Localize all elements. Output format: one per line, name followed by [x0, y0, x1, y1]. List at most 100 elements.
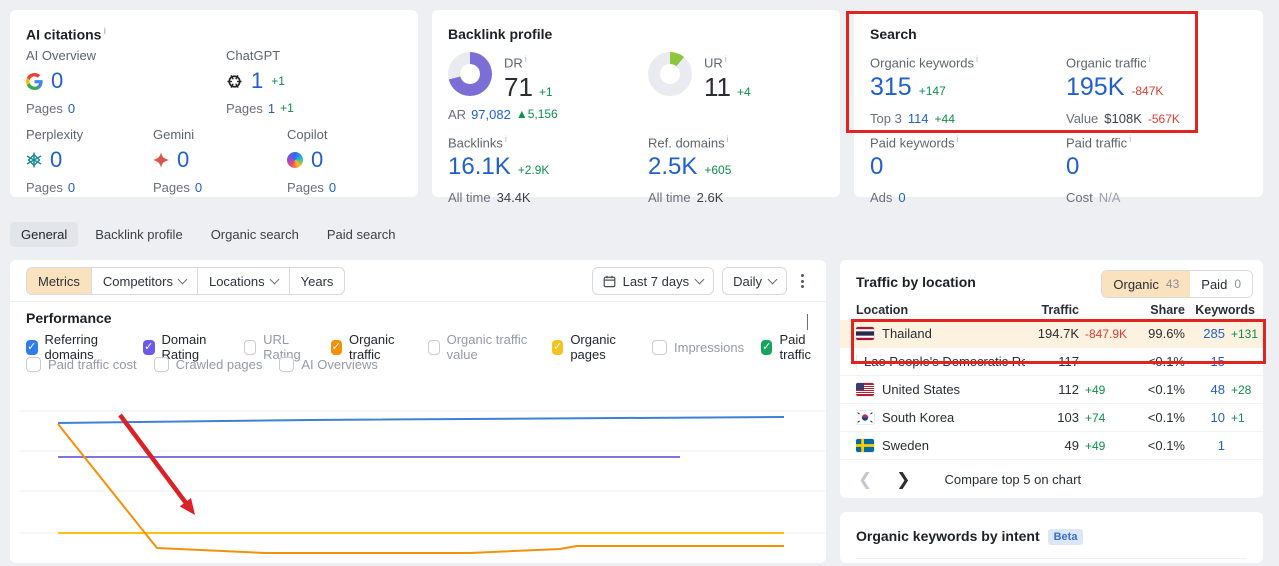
checkbox-box: ✓ — [26, 339, 38, 355]
checkbox-crawled-pages[interactable]: ✓Crawled pages — [153, 357, 262, 372]
tab-paid-search[interactable]: Paid search — [316, 222, 407, 247]
dr-value: 71 — [504, 72, 533, 103]
gemini-icon — [153, 152, 169, 168]
table-row-laos[interactable]: Lao People's Democratic Rep 117 <0.1% 15 — [840, 348, 1263, 376]
chevron-down-icon — [767, 274, 778, 285]
flag-sweden — [856, 438, 875, 453]
keywords-link[interactable]: 48 — [1211, 382, 1225, 397]
info-icon[interactable]: i — [727, 134, 729, 144]
competitors-button[interactable]: Competitors — [90, 268, 197, 294]
performance-chart-svg — [20, 410, 825, 554]
column-location[interactable]: Location — [856, 303, 1025, 317]
location-table-header: Location Traffic Share Keywords — [840, 300, 1263, 320]
metric-value[interactable]: 0 — [51, 68, 63, 94]
google-icon — [26, 72, 43, 90]
checkbox-box: ✓ — [26, 357, 41, 372]
panel-title: Backlink profile — [448, 26, 553, 42]
pages-count[interactable]: 1 — [268, 101, 275, 116]
checkbox-ai-overviews[interactable]: ✓AI Overviews — [279, 357, 378, 372]
compare-top5-link[interactable]: Compare top 5 on chart — [945, 472, 1082, 487]
table-row-south-korea[interactable]: South Korea 103 +74 <0.1% 10 +1 — [840, 404, 1263, 432]
url-rating-block: UR i 11 +4 — [648, 52, 751, 103]
organic-toggle-button[interactable]: Organic 43 — [1102, 271, 1191, 297]
keywords-link[interactable]: 1 — [1218, 438, 1225, 453]
backlink-profile-panel: Backlink profile DR i 71 +1 AR 97,082 ▲5,1… — [432, 10, 840, 205]
ads-count[interactable]: 0 — [898, 190, 905, 205]
prev-page-button[interactable]: ❮ — [858, 471, 872, 488]
divider — [856, 558, 1247, 559]
tab-general[interactable]: General — [10, 222, 79, 247]
info-icon[interactable]: i — [103, 26, 106, 36]
divider — [10, 301, 826, 302]
ahrefs-rank-value[interactable]: 97,082 — [471, 107, 511, 122]
metric-value[interactable]: 1 — [251, 68, 263, 94]
checkbox-box: ✓ — [761, 339, 773, 355]
organic-traffic-value[interactable]: 195K — [1066, 73, 1124, 102]
ref-domains-block: Ref. domains i 2.5K +605 All time 2.6K — [648, 134, 732, 206]
granularity-button[interactable]: Daily — [722, 267, 787, 295]
info-icon[interactable]: i — [525, 54, 527, 64]
metric-value[interactable]: 0 — [311, 147, 323, 173]
pages-count[interactable]: 0 — [195, 180, 202, 195]
pages-count[interactable]: 0 — [329, 180, 336, 195]
metric-checkbox-row-2: ✓Paid traffic cost ✓Crawled pages ✓AI Ov… — [26, 357, 378, 372]
ai-citations-panel: AI citations i AI Overview 0 Pages 0 ChatG… — [10, 10, 418, 197]
ai-citation-copilot: Copilot 0 Pages 0 — [287, 127, 337, 195]
checkbox-organic-traffic-value[interactable]: ✓Organic traffic value — [427, 332, 535, 362]
ur-value: 11 — [704, 72, 731, 103]
ai-citations-title: AI citations — [26, 26, 102, 43]
keywords-link[interactable]: 10 — [1211, 410, 1225, 425]
checkbox-organic-pages[interactable]: ✓ Organic pages — [551, 332, 635, 362]
collapse-section-button[interactable] — [807, 314, 808, 330]
locations-button[interactable]: Locations — [196, 268, 289, 294]
checkbox-paid-traffic-cost[interactable]: ✓Paid traffic cost — [26, 357, 137, 372]
paid-toggle-button[interactable]: Paid 0 — [1190, 271, 1252, 297]
metric-value[interactable]: 0 — [50, 147, 62, 173]
pages-count[interactable]: 0 — [68, 101, 75, 116]
ur-donut-chart — [648, 52, 692, 96]
paid-traffic-value[interactable]: 0 — [1066, 153, 1079, 181]
info-icon[interactable]: i — [725, 54, 727, 64]
chevron-down-icon — [177, 274, 188, 285]
domain-rating-block: DR i 71 +1 — [448, 52, 553, 103]
metric-value[interactable]: 0 — [177, 147, 189, 173]
table-row-sweden[interactable]: Sweden 49 +49 <0.1% 1 — [840, 432, 1263, 460]
years-button[interactable]: Years — [288, 268, 345, 294]
column-traffic[interactable]: Traffic — [1025, 303, 1079, 317]
checkbox-impressions[interactable]: ✓Impressions — [652, 339, 744, 355]
organic-paid-toggle: Organic 43 Paid 0 — [1101, 270, 1253, 298]
info-icon[interactable]: i — [1149, 54, 1151, 64]
organic-traffic-block: Organic traffic i 195K -847K Value $108K -56… — [1066, 54, 1180, 127]
backlinks-block: Backlinks i 16.1K +2.9K All time 34.4K — [448, 134, 550, 206]
metrics-button[interactable]: Metrics — [27, 268, 91, 294]
organic-keywords-value[interactable]: 315 — [870, 73, 912, 102]
tab-organic-search[interactable]: Organic search — [200, 222, 310, 247]
annotation-arrow-shaft — [118, 413, 189, 506]
pages-count[interactable]: 0 — [68, 180, 75, 195]
info-icon[interactable]: i — [976, 54, 978, 64]
perplexity-icon — [26, 152, 42, 168]
ref-domains-value[interactable]: 2.5K — [648, 153, 697, 181]
top3-value[interactable]: 114 — [908, 111, 929, 126]
info-icon[interactable]: i — [505, 134, 507, 144]
column-share[interactable]: Share — [1133, 303, 1185, 317]
calendar-icon — [603, 275, 615, 287]
backlinks-value[interactable]: 16.1K — [448, 153, 511, 181]
panel-title: Organic keywords by intent Beta — [856, 528, 1084, 545]
table-row-thailand[interactable]: Thailand 194.7K -847.9K 99.6% 285 +131 — [840, 320, 1263, 348]
checkbox-box: ✓ — [279, 357, 295, 372]
table-row-united-states[interactable]: United States 112 +49 <0.1% 48 +28 — [840, 376, 1263, 404]
keywords-link[interactable]: 15 — [1211, 354, 1225, 369]
chevron-down-icon — [694, 274, 705, 285]
next-page-button[interactable]: ❯ — [896, 471, 910, 488]
info-icon[interactable]: i — [1129, 134, 1131, 144]
column-keywords[interactable]: Keywords — [1185, 303, 1255, 317]
more-options-button[interactable] — [795, 270, 810, 292]
checkbox-paid-traffic[interactable]: ✓ Paid traffic — [761, 332, 826, 362]
performance-chart[interactable] — [10, 383, 826, 563]
paid-keywords-value[interactable]: 0 — [870, 153, 883, 181]
keywords-link[interactable]: 285 — [1203, 326, 1225, 341]
date-range-button[interactable]: Last 7 days — [591, 267, 715, 295]
info-icon[interactable]: i — [957, 134, 959, 144]
tab-backlink-profile[interactable]: Backlink profile — [84, 222, 193, 247]
